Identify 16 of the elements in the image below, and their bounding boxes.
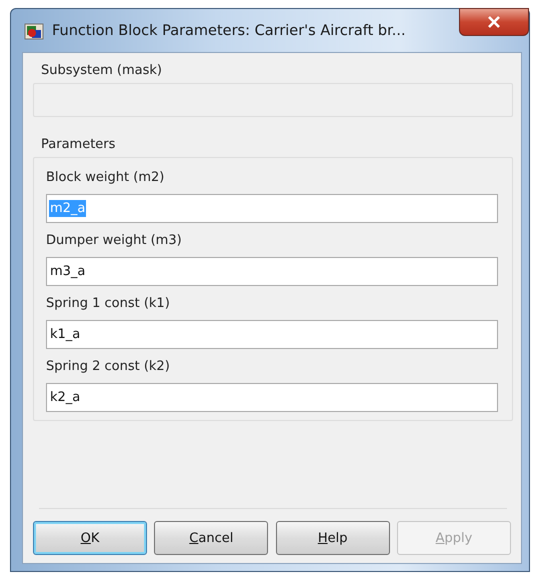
field-label: Block weight (m2) [46,170,166,185]
field-label: Spring 2 const (k2) [46,359,171,374]
field-label: Dumper weight (m3) [46,233,183,248]
block-diagram-icon [24,22,44,40]
dialog-button[interactable]: Cancel [154,521,268,555]
close-button[interactable] [459,8,529,36]
close-icon [487,16,501,28]
dialog-button[interactable]: Help [276,521,390,555]
dialog-button[interactable]: OK [33,521,147,555]
group-title: Parameters [40,137,116,152]
group-title: Subsystem (mask) [40,63,163,78]
input-field[interactable]: m3_a [46,257,498,286]
input-field[interactable]: k1_a [46,320,498,349]
input-field[interactable]: k2_a [46,383,498,412]
window-title: Function Block Parameters: Carrier's Aircraft br... [52,22,406,38]
field-label: Spring 1 const (k1) [46,296,171,311]
